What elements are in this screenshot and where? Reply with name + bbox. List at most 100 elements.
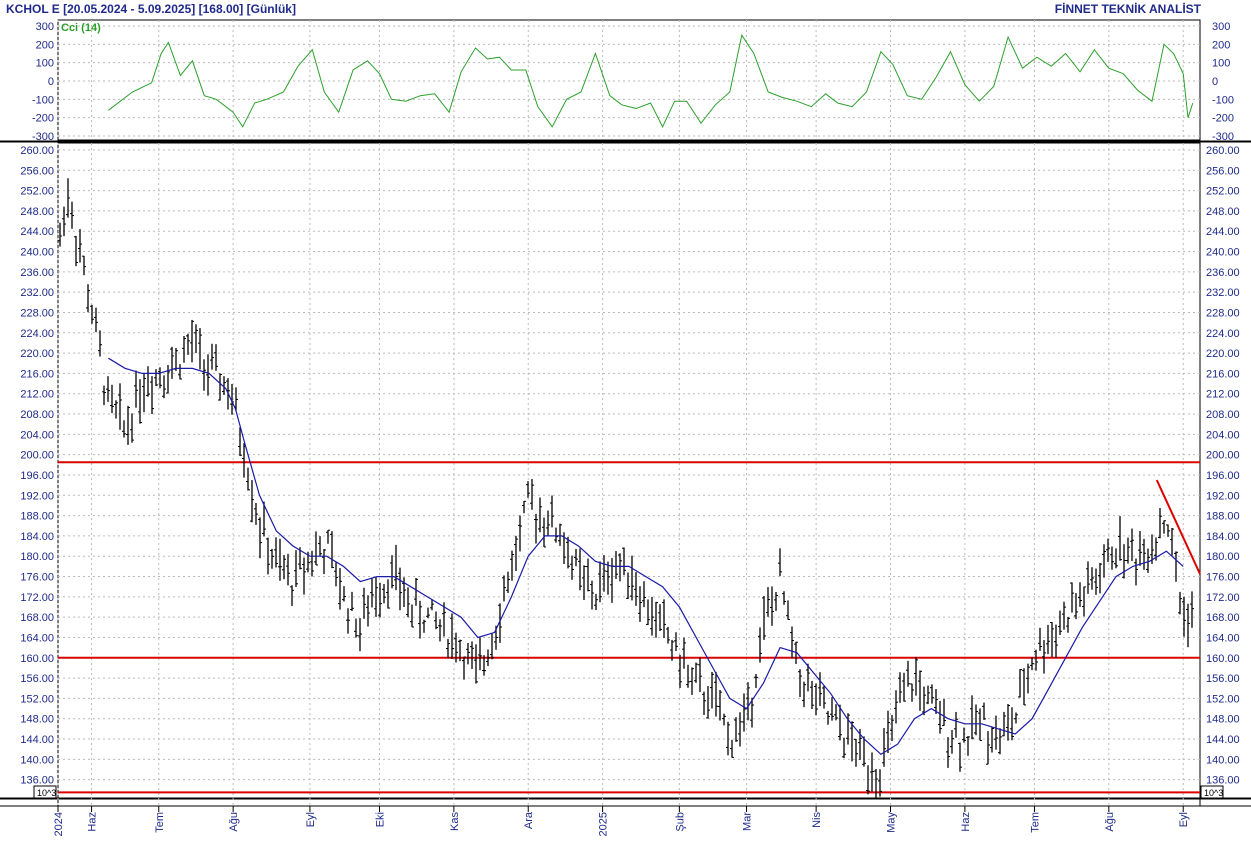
price-bar — [542, 517, 546, 548]
price-bar — [514, 535, 518, 572]
cci-tick-left: -200 — [32, 113, 54, 125]
price-bar — [662, 599, 666, 638]
unit-box-right: 10^3 — [1200, 785, 1224, 799]
price-bar — [78, 229, 82, 263]
chart-frames — [0, 19, 1251, 807]
price-bar — [830, 697, 834, 721]
price-bar — [1098, 562, 1102, 594]
price-tick-right: 164.00 — [1206, 632, 1240, 644]
price-tick-left: 244.00 — [20, 226, 54, 238]
price-tick-left: 156.00 — [20, 673, 54, 685]
price-bar — [310, 550, 314, 577]
price-tick-right: 168.00 — [1206, 612, 1240, 624]
price-bar — [1178, 591, 1182, 615]
price-bar — [914, 657, 918, 696]
price-bar — [666, 626, 670, 644]
price-tick-left: 240.00 — [20, 247, 54, 259]
price-bar — [734, 717, 738, 742]
price-bar — [842, 737, 846, 759]
price-bar — [1030, 657, 1034, 671]
price-panel: 260.00 260.00 256.00 256.00 252.00 252.00 248.… — [20, 145, 1240, 799]
price-tick-right: 176.00 — [1206, 572, 1240, 584]
price-tick-right: 260.00 — [1206, 145, 1240, 157]
price-tick-right: 144.00 — [1206, 734, 1240, 746]
date-label: Tem — [154, 812, 166, 833]
price-bar — [974, 704, 978, 736]
price-bar — [694, 662, 698, 683]
price-tick-right: 204.00 — [1206, 429, 1240, 441]
price-bar — [174, 347, 178, 371]
price-bar — [330, 531, 334, 569]
price-tick-right: 220.00 — [1206, 348, 1240, 360]
price-bar — [422, 619, 426, 633]
price-bar — [594, 593, 598, 611]
price-bar — [150, 376, 154, 415]
price-bar — [66, 178, 70, 218]
price-bar — [706, 686, 710, 719]
price-bar — [1166, 524, 1170, 537]
date-label: Eyl — [305, 812, 317, 827]
date-label: Mar — [742, 812, 754, 831]
price-bar — [1054, 624, 1058, 659]
price-bar — [154, 369, 158, 387]
price-bar — [90, 304, 94, 324]
price-bar — [1002, 711, 1006, 737]
unit-box-left: 10^3 — [33, 785, 57, 799]
price-bar — [62, 206, 66, 237]
price-bar — [726, 721, 730, 756]
price-bar — [1126, 537, 1130, 564]
price-bar — [122, 420, 126, 438]
price-bar — [990, 726, 994, 753]
price-tick-right: 212.00 — [1206, 389, 1240, 401]
price-bar — [686, 664, 690, 688]
price-bar — [690, 667, 694, 695]
price-bar — [190, 319, 194, 363]
price-bar — [146, 366, 150, 397]
price-tick-left: 176.00 — [20, 572, 54, 584]
price-bar — [202, 359, 206, 391]
price-bar — [426, 607, 430, 619]
price-tick-right: 216.00 — [1206, 368, 1240, 380]
cci-line — [108, 33, 1194, 128]
price-bar — [182, 336, 186, 363]
price-bar — [1118, 516, 1122, 561]
price-bar — [82, 255, 86, 276]
price-bar — [142, 373, 146, 413]
price-bar — [178, 364, 182, 380]
price-tick-left: 236.00 — [20, 267, 54, 279]
price-bar — [634, 572, 638, 606]
price-bar — [438, 619, 442, 642]
price-tick-left: 204.00 — [20, 429, 54, 441]
price-bar — [1058, 610, 1062, 636]
price-bar — [346, 608, 350, 634]
cci-tick-left: -300 — [32, 131, 54, 143]
price-bar — [622, 547, 626, 576]
price-tick-left: 164.00 — [20, 632, 54, 644]
cci-tick-left: -100 — [32, 94, 54, 106]
price-bar — [170, 346, 174, 379]
price-bar — [490, 633, 494, 660]
price-bar — [326, 529, 330, 544]
price-bar — [886, 710, 890, 754]
price-bar — [606, 561, 610, 595]
price-bar — [1158, 508, 1162, 539]
price-bar — [290, 585, 294, 606]
price-tick-left: 196.00 — [20, 470, 54, 482]
price-tick-right: 256.00 — [1206, 165, 1240, 177]
price-tick-left: 136.00 — [20, 775, 54, 787]
date-label: Kas — [449, 812, 461, 831]
price-bar — [394, 544, 398, 591]
date-label: Eki — [374, 812, 386, 827]
price-tick-right: 224.00 — [1206, 328, 1240, 340]
price-tick-left: 180.00 — [20, 551, 54, 563]
price-tick-right: 188.00 — [1206, 511, 1240, 523]
price-bar — [386, 579, 390, 609]
price-bar — [850, 721, 854, 762]
price-bar — [354, 618, 358, 638]
cci-tick-left: 300 — [36, 21, 54, 33]
price-bar — [286, 553, 290, 586]
price-bar — [470, 641, 474, 669]
cci-tick-right: 300 — [1212, 21, 1230, 33]
price-bar — [502, 575, 506, 602]
price-bar — [642, 581, 646, 608]
